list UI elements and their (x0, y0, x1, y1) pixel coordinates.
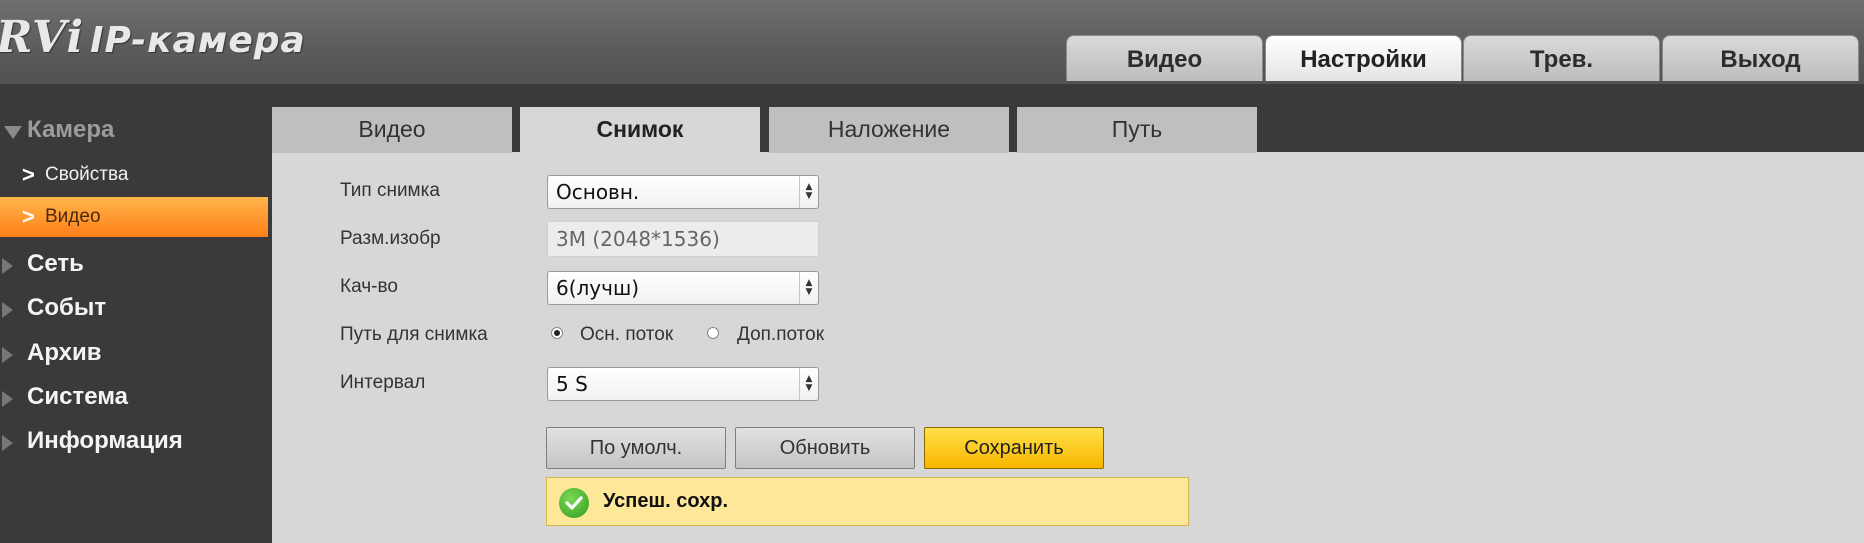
image-size-field: 3M (2048*1536) (547, 221, 819, 257)
save-button[interactable]: Сохранить (924, 427, 1104, 469)
sidebar-subitem-properties[interactable]: > Свойства (0, 155, 268, 195)
brand-logo: RVi (0, 12, 85, 63)
radio-sub-stream[interactable] (707, 327, 719, 339)
success-message: Успеш. сохр. (546, 477, 1189, 526)
tab-alarm[interactable]: Трев. (1463, 35, 1660, 81)
expand-triangle-icon (2, 347, 13, 363)
sidebar-item-events[interactable]: Событ (0, 290, 270, 326)
sidebar-subitem-label: Свойства (45, 164, 129, 185)
radio-sub-stream-label: Доп.поток (737, 324, 825, 345)
tab-settings[interactable]: Настройки (1265, 35, 1462, 81)
select-arrows-icon: ▲ ▼ (799, 176, 818, 208)
select-arrows-icon: ▲ ▼ (799, 368, 818, 400)
expand-triangle-icon (2, 302, 13, 318)
sidebar-item-label: Сеть (27, 250, 84, 277)
sidebar-subitem-video[interactable]: > Видео (0, 197, 268, 237)
tab-video[interactable]: Видео (1066, 35, 1263, 81)
success-message-text: Успеш. сохр. (603, 490, 729, 512)
header-bar: RVi IP-камера Видео Настройки Трев. Выход (0, 0, 1864, 84)
snapshot-path-label: Путь для снимка (340, 324, 488, 345)
expand-triangle-icon (2, 391, 13, 407)
snapshot-type-label: Тип снимка (340, 180, 440, 201)
chevron-right-icon: > (22, 204, 35, 229)
sidebar-item-label: Архив (27, 339, 102, 366)
logo: RVi IP-камера (0, 12, 306, 63)
sidebar-item-label: Информация (27, 427, 183, 454)
quality-label: Кач-во (340, 276, 398, 297)
collapse-triangle-icon (4, 126, 22, 139)
sidebar-item-archive[interactable]: Архив (0, 335, 270, 371)
sidebar-item-system[interactable]: Система (0, 379, 270, 415)
radio-main-stream-label: Осн. поток (580, 324, 674, 345)
sidebar-item-network[interactable]: Сеть (0, 246, 270, 282)
app-title: IP-камера (90, 20, 306, 61)
expand-triangle-icon (2, 258, 13, 274)
interval-label: Интервал (340, 372, 426, 393)
sidebar-item-label: Камера (27, 116, 115, 143)
subtab-overlay[interactable]: Наложение (769, 107, 1009, 153)
interval-value: 5 S (556, 372, 588, 396)
sidebar-item-camera[interactable]: Камера (0, 112, 270, 148)
subtab-path[interactable]: Путь (1017, 107, 1257, 153)
select-arrows-icon: ▲ ▼ (799, 272, 818, 304)
image-size-label: Разм.изобр (340, 228, 441, 249)
expand-triangle-icon (2, 435, 13, 451)
sidebar-subitem-label: Видео (45, 206, 101, 227)
refresh-button[interactable]: Обновить (735, 427, 915, 469)
success-check-icon (559, 488, 589, 518)
quality-value: 6(лучш) (556, 276, 640, 300)
subtab-video[interactable]: Видео (272, 107, 512, 153)
interval-select[interactable]: 5 S ▲ ▼ (547, 367, 819, 401)
subtab-snapshot[interactable]: Снимок (520, 107, 760, 154)
radio-main-stream[interactable] (551, 327, 563, 339)
default-button[interactable]: По умолч. (546, 427, 726, 469)
tab-logout[interactable]: Выход (1662, 35, 1859, 81)
snapshot-type-value: Основн. (556, 180, 640, 204)
quality-select[interactable]: 6(лучш) ▲ ▼ (547, 271, 819, 305)
snapshot-type-select[interactable]: Основн. ▲ ▼ (547, 175, 819, 209)
sidebar-item-label: Система (27, 383, 129, 410)
sidebar-item-information[interactable]: Информация (0, 423, 270, 459)
chevron-right-icon: > (22, 162, 35, 187)
sidebar-item-label: Событ (27, 294, 107, 321)
